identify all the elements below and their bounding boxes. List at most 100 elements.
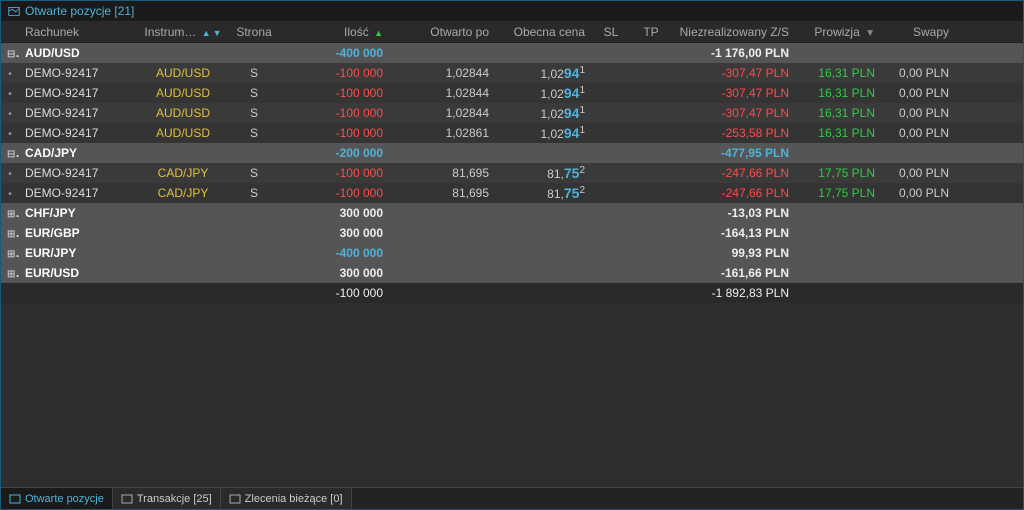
bullet-icon: • [8,189,12,200]
group-row[interactable]: ⊟CAD/JPY-200 000-477,95 PLN [1,143,1023,163]
filter-icon[interactable]: ▼ [865,28,875,39]
group-swap [881,150,955,156]
row-sl [591,110,631,116]
open-positions-panel: Otwarte pozycje [21] Rachunek Instrum… ▲… [0,0,1024,510]
tab-open[interactable]: Otwarte pozycje [1,488,113,509]
position-row[interactable]: •DEMO-92417AUD/USDS-100 0001,028441,0294… [1,83,1023,103]
row-instrument: AUD/USD [137,103,229,123]
group-sl [591,50,631,56]
bullet-icon: • [8,69,12,80]
row-current-price: 1,02941 [495,122,591,144]
row-open-price: 1,02844 [389,83,495,103]
group-row[interactable]: ⊟AUD/USD-400 000-1 176,00 PLN [1,43,1023,63]
group-row[interactable]: ⊞CHF/JPY300 000-13,03 PLN [1,203,1023,223]
group-comm [795,210,881,216]
group-qty: -400 000 [279,243,389,263]
row-account: DEMO-92417 [19,123,137,143]
expand-cell[interactable]: ⊞ [1,243,19,263]
row-instrument: CAD/JPY [137,183,229,203]
row-instrument: CAD/JPY [137,163,229,183]
row-swap: 0,00 PLN [881,63,955,83]
group-instr [137,250,229,256]
expand-cell[interactable]: ⊞ [1,203,19,223]
group-qty: 300 000 [279,223,389,243]
col-open-price[interactable]: Otwarto po [389,22,495,42]
t-instr [137,290,229,296]
group-side [229,150,279,156]
col-swaps[interactable]: Swapy [881,22,955,42]
group-row[interactable]: ⊞EUR/USD300 000-161,66 PLN [1,263,1023,283]
row-instrument: AUD/USD [137,63,229,83]
row-current-price: 1,02941 [495,62,591,84]
col-sl[interactable]: SL [591,22,631,42]
row-side: S [229,103,279,123]
expand-icon[interactable]: ⊞ [7,246,19,260]
expand-cell[interactable]: ⊞ [1,223,19,243]
position-row[interactable]: •DEMO-92417CAD/JPYS-100 00081,69581,752-… [1,163,1023,183]
position-row[interactable]: •DEMO-92417AUD/USDS-100 0001,028611,0294… [1,123,1023,143]
expand-cell[interactable]: ⊟ [1,143,19,163]
expand-cell[interactable]: ⊞ [1,263,19,283]
group-side [229,230,279,236]
position-row[interactable]: •DEMO-92417CAD/JPYS-100 00081,69581,752-… [1,183,1023,203]
group-cur [495,230,591,236]
sort-asc-green-icon: ▲ [374,28,383,38]
bullet-icon: • [8,89,12,100]
expand-icon[interactable]: ⊞ [7,266,19,280]
group-sl [591,230,631,236]
collapse-icon[interactable]: ⊟ [7,146,19,160]
row-sl [591,130,631,136]
col-account[interactable]: Rachunek [19,22,137,42]
group-swap [881,210,955,216]
row-open-price: 81,695 [389,183,495,203]
col-unrealized-pl[interactable]: Niezrealizowany Z/S [671,22,795,42]
position-row[interactable]: •DEMO-92417AUD/USDS-100 0001,028441,0294… [1,103,1023,123]
group-swap [881,230,955,236]
position-row[interactable]: •DEMO-92417AUD/USDS-100 0001,028441,0294… [1,63,1023,83]
total-pl: -1 892,83 PLN [671,283,795,303]
row-qty: -100 000 [279,163,389,183]
group-qty: 300 000 [279,263,389,283]
row-account: DEMO-92417 [19,183,137,203]
row-swap: 0,00 PLN [881,123,955,143]
row-open-price: 1,02844 [389,103,495,123]
col-side[interactable]: Strona [229,22,279,42]
expand-cell[interactable]: ⊟ [1,43,19,63]
expand-icon[interactable]: ⊞ [7,206,19,220]
row-side: S [229,83,279,103]
col-quantity[interactable]: Ilość ▲ [279,22,389,42]
col-current-price[interactable]: Obecna cena [495,22,591,42]
tab-icon [121,493,133,505]
col-tp[interactable]: TP [631,22,671,42]
tab-orders[interactable]: Zlecenia bieżące [0] [221,488,352,509]
col-commission[interactable]: Prowizja ▼ [795,22,881,42]
group-qty: -400 000 [279,43,389,63]
panel-title-bar: Otwarte pozycje [21] [1,1,1023,21]
group-instr [137,210,229,216]
group-cur [495,50,591,56]
row-pl: -253,58 PLN [671,123,795,143]
row-sl [591,70,631,76]
group-row[interactable]: ⊞EUR/GBP300 000-164,13 PLN [1,223,1023,243]
group-name: EUR/GBP [19,223,137,243]
row-bullet: • [1,103,19,123]
collapse-icon[interactable]: ⊟ [7,46,19,60]
sort-desc-icon: ▼ [213,28,222,38]
group-tp [631,270,671,276]
t-exp [1,290,19,296]
row-side: S [229,63,279,83]
row-swap: 0,00 PLN [881,103,955,123]
col-instrument[interactable]: Instrum… ▲▼ [137,22,229,42]
bottom-tabs: Otwarte pozycjeTransakcje [25]Zlecenia b… [1,487,1023,509]
row-commission: 16,31 PLN [795,63,881,83]
tab-trans[interactable]: Transakcje [25] [113,488,221,509]
group-row[interactable]: ⊞EUR/JPY-400 00099,93 PLN [1,243,1023,263]
row-pl: -247,66 PLN [671,163,795,183]
group-tp [631,150,671,156]
row-current-price: 81,752 [495,182,591,204]
expand-icon[interactable]: ⊞ [7,226,19,240]
row-side: S [229,123,279,143]
group-swap [881,250,955,256]
positions-body: ⊟AUD/USD-400 000-1 176,00 PLN•DEMO-92417… [1,43,1023,487]
sort-asc-icon: ▲ [202,28,211,38]
